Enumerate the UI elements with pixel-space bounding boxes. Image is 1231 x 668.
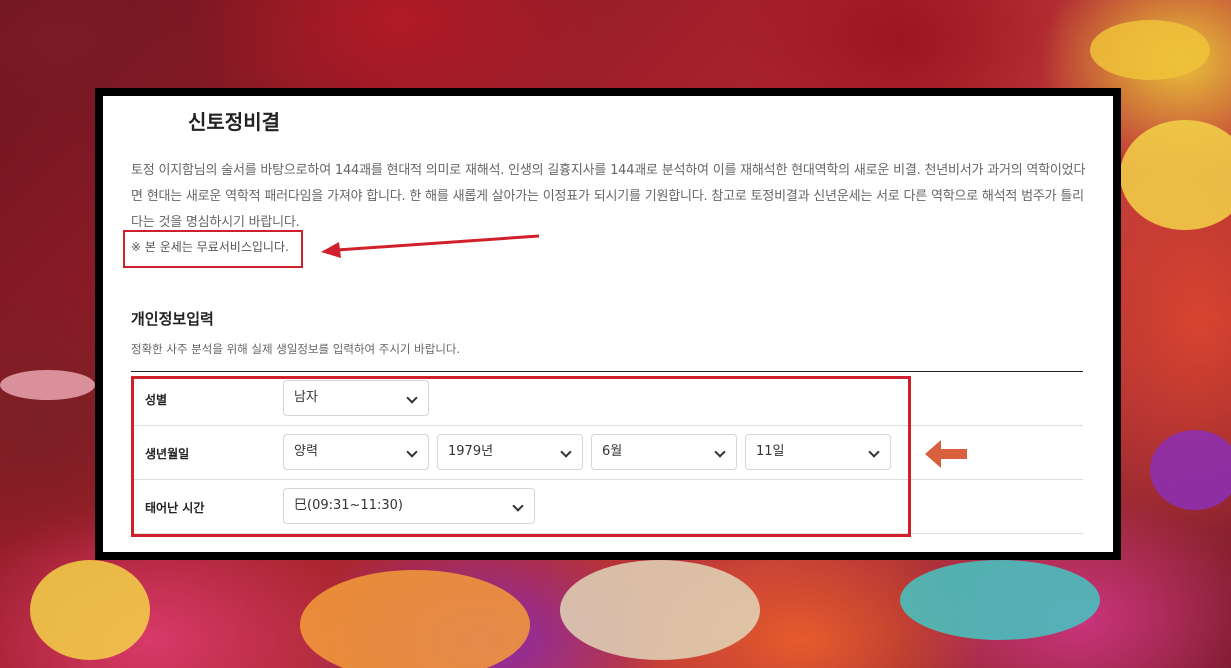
form-top-border bbox=[131, 371, 1083, 372]
bg-shape bbox=[300, 570, 530, 668]
screenshot-frame: 신토정비결 토정 이지함님의 술서를 바탕으로하여 144괘를 현대적 의미로 … bbox=[95, 88, 1121, 560]
form-section-title: 개인정보입력 bbox=[131, 310, 214, 328]
content-area: 신토정비결 토정 이지함님의 술서를 바탕으로하여 144괘를 현대적 의미로 … bbox=[103, 96, 1113, 552]
bg-shape bbox=[1090, 20, 1210, 80]
page-description: 토정 이지함님의 술서를 바탕으로하여 144괘를 현대적 의미로 재해석. 인… bbox=[131, 163, 1086, 230]
page-title: 신토정비결 bbox=[188, 110, 280, 134]
bg-shape bbox=[900, 560, 1100, 640]
orange-arrow-left-icon bbox=[925, 440, 967, 468]
bg-shape bbox=[0, 370, 95, 400]
bg-shape bbox=[560, 560, 760, 660]
form-section-subtitle: 정확한 사주 분석을 위해 실제 생일정보를 입력하여 주시기 바랍니다. bbox=[131, 342, 461, 356]
bg-shape bbox=[1150, 430, 1231, 510]
red-arrow-left-icon bbox=[321, 234, 540, 258]
free-service-notice: ※ 본 운세는 무료서비스입니다. bbox=[131, 240, 289, 254]
bg-shape bbox=[1120, 120, 1231, 230]
bg-shape bbox=[30, 560, 150, 660]
form-highlight-box bbox=[131, 376, 911, 537]
